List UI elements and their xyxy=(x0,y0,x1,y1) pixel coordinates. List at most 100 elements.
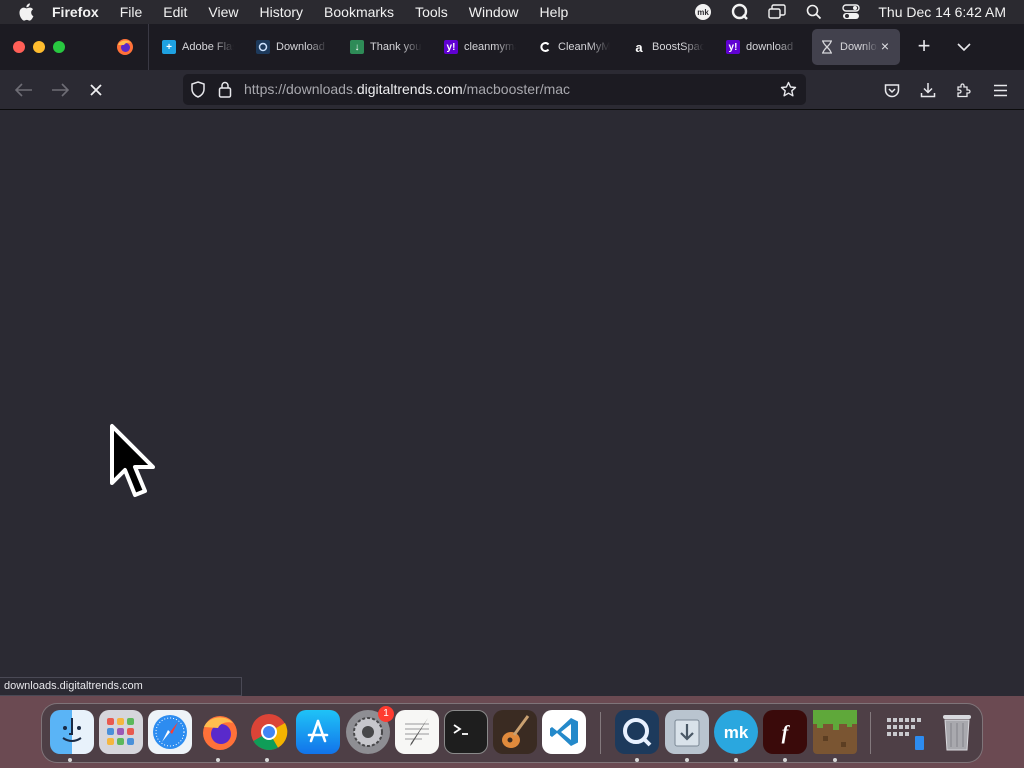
vscode-app-icon[interactable] xyxy=(542,710,586,754)
lock-icon[interactable] xyxy=(218,81,235,98)
navigation-toolbar: https://downloads.digitaltrends.com/macb… xyxy=(0,70,1024,110)
garageband-guitar-icon[interactable] xyxy=(493,710,537,754)
system-settings-gear-icon[interactable]: 1 xyxy=(346,706,394,754)
menu-app-firefox[interactable]: Firefox xyxy=(52,4,99,20)
tab-download[interactable]: Download xyxy=(248,29,342,65)
tab-title: download xyxy=(746,41,794,53)
yahoo-icon: y! xyxy=(444,40,458,54)
safari-app-icon[interactable] xyxy=(148,710,192,754)
running-indicator xyxy=(68,758,72,762)
tab-cleanmymac-yahoo[interactable]: y! cleanmymac xyxy=(436,29,530,65)
url-prefix: https://downloads. xyxy=(244,81,357,97)
running-indicator xyxy=(635,758,639,762)
tab-title: Adobe Flash xyxy=(182,41,234,53)
tab-list: + Adobe Flash Download ↓ Thank you y! cl… xyxy=(154,29,900,65)
firefox-view-icon[interactable] xyxy=(116,38,134,56)
running-indicator xyxy=(783,758,787,762)
tab-thank-you[interactable]: ↓ Thank you xyxy=(342,29,436,65)
close-tab-icon[interactable]: × xyxy=(878,39,892,53)
menu-bookmarks[interactable]: Bookmarks xyxy=(324,4,394,20)
running-indicator xyxy=(685,758,689,762)
menu-edit[interactable]: Edit xyxy=(163,4,187,20)
url-bar[interactable]: https://downloads.digitaltrends.com/macb… xyxy=(183,74,806,105)
page-content-area[interactable] xyxy=(0,111,1024,696)
tab-separator xyxy=(148,24,149,70)
url-path: /macbooster/mac xyxy=(462,81,571,97)
hamburger-menu-icon[interactable] xyxy=(990,80,1010,100)
running-indicator xyxy=(216,758,220,762)
finder-app-icon[interactable] xyxy=(50,710,94,754)
hourglass-icon xyxy=(820,40,834,54)
tab-title: BoostSpace xyxy=(652,41,704,53)
extensions-puzzle-icon[interactable] xyxy=(954,80,974,100)
new-tab-button[interactable]: + xyxy=(914,35,934,58)
pocket-icon[interactable] xyxy=(882,80,902,100)
screen-mirroring-icon[interactable] xyxy=(767,2,787,22)
notification-badge: 1 xyxy=(378,706,394,722)
url-host: digitaltrends.com xyxy=(356,81,463,97)
macos-dock: 1 mk f xyxy=(41,703,983,763)
tab-title: cleanmymac xyxy=(464,41,516,53)
svg-text:mk: mk xyxy=(698,8,710,17)
stop-loading-icon[interactable] xyxy=(86,80,106,100)
svg-text:mk: mk xyxy=(724,723,749,742)
mk-status-icon[interactable]: mk xyxy=(693,2,713,22)
menubar-clock[interactable]: Thu Dec 14 6:42 AM xyxy=(878,4,1006,20)
dock-separator xyxy=(870,712,871,754)
flash-player-icon[interactable]: f xyxy=(763,710,807,754)
tab-title: CleanMyMac xyxy=(558,41,610,53)
window-zoom-button[interactable] xyxy=(53,41,65,53)
quicktime-app-icon[interactable] xyxy=(615,710,659,754)
menu-history[interactable]: History xyxy=(259,4,303,20)
url-text[interactable]: https://downloads.digitaltrends.com/macb… xyxy=(244,81,570,97)
tab-boostspace[interactable]: a BoostSpace xyxy=(624,29,718,65)
svg-text:f: f xyxy=(782,722,791,744)
window-minimize-button[interactable] xyxy=(33,41,45,53)
macos-menu-bar: Firefox File Edit View History Bookmarks… xyxy=(0,0,1024,24)
forward-arrow-icon[interactable] xyxy=(50,80,70,100)
textedit-app-icon[interactable] xyxy=(395,710,439,754)
dock-separator xyxy=(600,712,601,754)
trash-icon[interactable] xyxy=(935,710,979,754)
window-controls xyxy=(13,41,65,53)
window-close-button[interactable] xyxy=(13,41,25,53)
back-arrow-icon[interactable] xyxy=(14,80,34,100)
running-indicator xyxy=(734,758,738,762)
quicktime-status-icon[interactable] xyxy=(730,2,750,22)
downloads-stack-icon[interactable] xyxy=(885,710,929,754)
menu-tools[interactable]: Tools xyxy=(415,4,448,20)
menu-window[interactable]: Window xyxy=(469,4,519,20)
running-indicator xyxy=(265,758,269,762)
mouse-pointer-icon xyxy=(110,424,155,497)
tab-title: Downloads xyxy=(840,41,878,53)
tab-strip: + Adobe Flash Download ↓ Thank you y! cl… xyxy=(0,24,1024,70)
tab-downloads-active[interactable]: Downloads × xyxy=(812,29,900,65)
bookmark-star-icon[interactable] xyxy=(780,81,797,98)
yahoo-icon: y! xyxy=(726,40,740,54)
installer-package-icon[interactable] xyxy=(665,710,709,754)
terminal-app-icon[interactable] xyxy=(444,710,488,754)
tab-title: Download xyxy=(276,41,325,53)
tab-cleanmymac[interactable]: CleanMyMac xyxy=(530,29,624,65)
minecraft-grass-block-icon[interactable] xyxy=(813,710,857,754)
macupdate-mk-icon[interactable]: mk xyxy=(714,710,758,754)
downloads-icon[interactable] xyxy=(918,80,938,100)
menu-help[interactable]: Help xyxy=(540,4,569,20)
download-green-icon: ↓ xyxy=(350,40,364,54)
tab-adobe-flash[interactable]: + Adobe Flash xyxy=(154,29,248,65)
tab-download-yahoo[interactable]: y! download xyxy=(718,29,812,65)
menu-file[interactable]: File xyxy=(120,4,143,20)
menu-view[interactable]: View xyxy=(208,4,238,20)
spotlight-search-icon[interactable] xyxy=(804,2,824,22)
list-all-tabs-chevron-icon[interactable] xyxy=(955,38,973,56)
control-center-icon[interactable] xyxy=(841,2,861,22)
tab-title: Thank you xyxy=(370,41,422,53)
firefox-app-icon[interactable] xyxy=(198,710,242,754)
launchpad-icon[interactable] xyxy=(99,710,143,754)
chrome-app-icon[interactable] xyxy=(247,710,291,754)
apple-menu-icon[interactable] xyxy=(18,3,38,21)
firefox-window: + Adobe Flash Download ↓ Thank you y! cl… xyxy=(0,24,1024,696)
tracking-protection-shield-icon[interactable] xyxy=(190,81,207,98)
app-store-icon[interactable] xyxy=(296,710,340,754)
quicktime-icon xyxy=(256,40,270,54)
